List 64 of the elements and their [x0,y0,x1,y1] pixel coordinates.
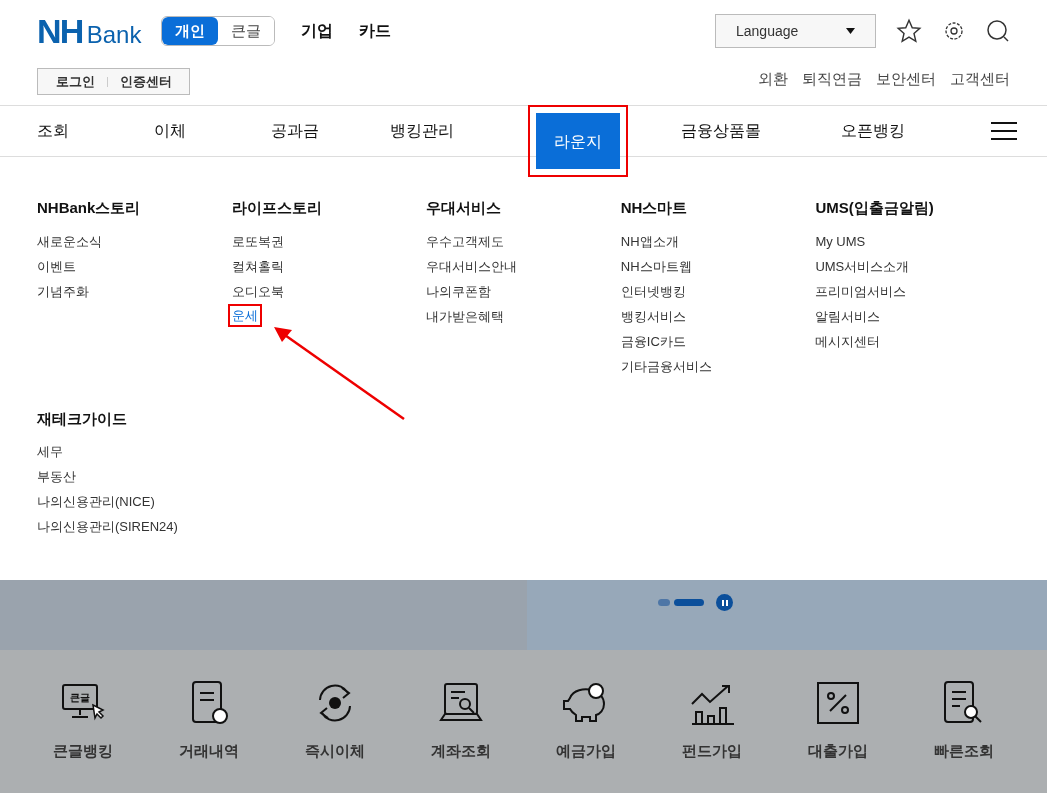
top-link[interactable]: 카드 [359,19,392,43]
language-select[interactable]: Language [715,14,876,48]
logo[interactable]: NH Bank [37,14,142,48]
quick-menu-item[interactable]: 예금가입 [523,680,650,793]
menu-link[interactable]: 인터넷뱅킹 [620,281,686,301]
menu-link[interactable]: 운세 [227,303,262,327]
nav-tab[interactable]: 오픈뱅킹 [841,122,905,139]
menu-group-title: 우대서비스 [426,198,503,218]
menu-link[interactable]: My UMS [815,231,866,251]
menu-link[interactable]: 기념주화 [37,281,89,301]
auth-link[interactable]: 로그인 [55,71,95,92]
menu-group-title: 라이프스토리 [231,198,323,218]
utility-link[interactable]: 외환 [758,68,788,91]
menu-link[interactable]: NH스마트웹 [620,256,692,276]
menu-link[interactable]: 우대서비스안내 [426,256,518,276]
segment-tab[interactable]: 개인 [162,17,219,45]
menu-link[interactable]: 나의신용관리(NICE) [37,492,155,512]
menu-link[interactable]: 알림서비스 [815,306,881,326]
quick-menu-item[interactable]: 계좌조회 [397,680,524,793]
menu-link[interactable]: 새로운소식 [37,231,102,251]
menu-link[interactable]: 이벤트 [37,256,76,276]
nav-tab[interactable]: 이체 [154,122,186,139]
utility-link[interactable]: 고객센터 [950,68,1010,91]
nav-tab[interactable]: 뱅킹관리 [390,122,454,139]
top-link[interactable]: 기업 [301,19,334,43]
nav-tab[interactable]: 라운지 [536,113,620,169]
menu-group-title: 재테크가이드 [37,408,128,429]
nav-tab[interactable]: 조회 [37,122,69,139]
menu-link[interactable]: 로또복권 [231,231,284,251]
menu-link[interactable]: 내가받은혜택 [426,306,505,326]
menu-link[interactable]: 메시지센터 [815,331,881,351]
auth-link[interactable]: 인증센터 [119,71,172,92]
menu-link[interactable]: NH앱소개 [620,231,679,251]
percent-icon [815,680,862,726]
menu-link[interactable]: 세무 [37,442,63,462]
menu-link[interactable]: 우수고객제도 [426,231,505,251]
quick-menu-item[interactable]: 거래내역 [145,680,272,793]
menu-icon[interactable] [991,121,1017,141]
menu-link[interactable]: 부동산 [37,467,76,487]
quick-menu-item[interactable]: 즉시이체 [271,680,398,793]
menu-group-title: UMS(입출금알림) [815,198,935,218]
menu-group-title: NHBank스토리 [37,198,142,218]
menu-link[interactable]: 오디오북 [231,281,284,301]
quick-menu-item[interactable]: 대출가입 [775,680,902,793]
nav-tab[interactable]: 공과금 [271,122,319,139]
caret-icon [846,28,855,34]
utility-link[interactable]: 퇴직연금 [802,68,862,91]
search-icon[interactable] [986,19,1010,43]
menu-link[interactable]: 프리미엄서비스 [815,281,907,301]
quick-menu-item[interactable]: 펀드가입 [649,680,776,793]
star-icon[interactable] [896,18,922,44]
menu-link[interactable]: 나의신용관리(SIREN24) [37,517,178,537]
menu-link[interactable]: 뱅킹서비스 [620,306,686,326]
menu-link[interactable]: 나의쿠폰함 [426,281,492,301]
menu-group-title: NH스마트 [620,198,689,218]
menu-link[interactable]: 컬쳐홀릭 [231,256,284,276]
menu-link[interactable]: UMS서비스소개 [815,256,910,276]
settings-icon[interactable] [942,19,966,43]
menu-link[interactable]: 금융IC카드 [620,331,686,351]
quick-menu-item[interactable]: 빠른조회 [901,680,1027,793]
utility-link[interactable]: 보안센터 [876,68,936,91]
nav-tab[interactable]: 금융상품몰 [681,122,761,139]
quick-menu-item[interactable]: 큰글 큰글뱅킹 [20,680,146,793]
menu-link[interactable]: 기타금융서비스 [620,356,712,376]
